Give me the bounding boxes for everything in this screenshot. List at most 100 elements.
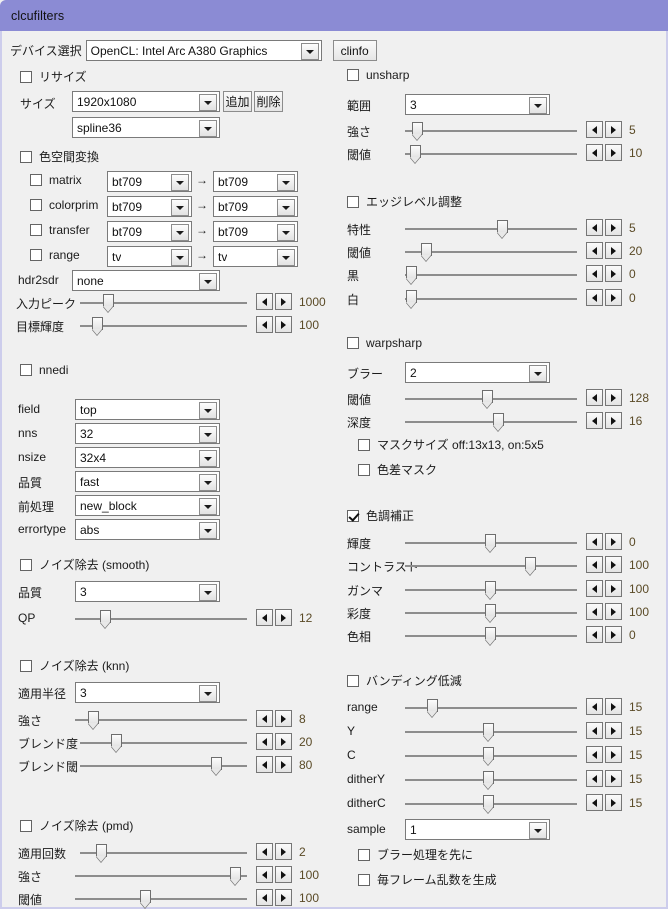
chevron-down-icon[interactable] [171,174,189,191]
colorspace-checkbox[interactable]: 色空間変換 [20,148,99,165]
knn-blend-th-spin[interactable]: 80 [256,756,312,773]
spin-up-button[interactable] [605,389,622,406]
checkbox-icon[interactable] [20,659,32,672]
edgelevel-checkbox[interactable]: エッジレベル調整 [347,193,462,210]
spin-up-button[interactable] [605,698,622,715]
checkbox-icon[interactable] [20,70,32,83]
edgelevel-strength-spin[interactable]: 5 [586,219,636,236]
chevron-down-icon[interactable] [199,402,217,419]
checkbox-icon[interactable] [20,150,32,163]
edgelevel-white-spin[interactable]: 0 [586,289,636,306]
slider-thumb[interactable] [482,390,493,403]
spin-up-button[interactable] [275,293,292,310]
deband-randeachframe-checkbox[interactable]: 毎フレーム乱数を生成 [358,871,497,888]
checkbox-icon[interactable] [347,195,359,208]
spin-up-button[interactable] [275,733,292,750]
spin-up-button[interactable] [275,609,292,626]
matrix-to-combo[interactable]: bt709 [213,171,298,192]
denoise-pmd-checkbox[interactable]: ノイズ除去 (pmd) [20,817,133,834]
slider-thumb[interactable] [96,844,107,857]
slider-thumb[interactable] [111,734,122,747]
deband-dithery-spin[interactable]: 15 [586,770,642,787]
spin-up-button[interactable] [605,580,622,597]
spin-down-button[interactable] [256,710,273,727]
spin-down-button[interactable] [586,265,603,282]
slider-thumb[interactable] [412,122,423,135]
checkbox-icon[interactable] [358,848,370,861]
chevron-down-icon[interactable] [199,584,217,601]
checkbox-icon[interactable] [347,674,359,687]
spin-down-button[interactable] [586,533,603,550]
knn-strength-slider[interactable] [75,710,247,730]
knn-blend-th-slider[interactable] [80,756,247,776]
chevron-down-icon[interactable] [199,450,217,467]
unsharp-strength-slider[interactable] [405,121,577,141]
target-lum-spin[interactable]: 100 [256,316,319,333]
checkbox-icon[interactable] [347,69,359,81]
unsharp-range-combo[interactable]: 3 [405,94,550,115]
spin-down-button[interactable] [256,843,273,860]
pmd-strength-spin[interactable]: 100 [256,866,319,883]
chevron-down-icon[interactable] [171,199,189,216]
nnedi-errortype-combo[interactable]: abs [75,519,220,540]
resize-algo-combo[interactable]: spline36 [72,117,220,138]
pmd-count-spin[interactable]: 2 [256,843,306,860]
checkbox-icon[interactable] [20,819,32,832]
target-lum-slider[interactable] [80,316,247,336]
chevron-down-icon[interactable] [171,249,189,266]
checkbox-icon[interactable] [358,873,370,886]
slider-thumb[interactable] [485,534,496,547]
chevron-down-icon[interactable] [199,94,217,111]
spin-up-button[interactable] [275,756,292,773]
warpsharp-chromamask-checkbox[interactable]: 色差マスク [358,461,437,478]
spin-up-button[interactable] [275,843,292,860]
knn-blend-slider[interactable] [80,733,247,753]
hdr2sdr-combo[interactable]: none [72,270,220,291]
knn-strength-spin[interactable]: 8 [256,710,306,727]
slider-thumb[interactable] [211,757,222,770]
slider-thumb[interactable] [421,243,432,256]
tweak-saturation-slider[interactable] [405,603,577,623]
spin-up-button[interactable] [275,889,292,906]
edgelevel-black-slider[interactable] [405,265,577,285]
slider-thumb[interactable] [485,604,496,617]
spin-down-button[interactable] [586,144,603,161]
edgelevel-black-spin[interactable]: 0 [586,265,636,282]
colorspace-row-matrix-checkbox[interactable]: matrix [30,173,82,187]
checkbox-icon[interactable] [347,509,359,522]
spin-down-button[interactable] [256,756,273,773]
pmd-threshold-spin[interactable]: 100 [256,889,319,906]
checkbox-icon[interactable] [20,364,32,376]
spin-down-button[interactable] [586,556,603,573]
deband-c-slider[interactable] [405,746,577,766]
pmd-count-slider[interactable] [80,843,247,863]
resize-checkbox[interactable]: リサイズ [20,68,87,85]
chevron-down-icon[interactable] [529,97,547,114]
chevron-down-icon[interactable] [171,224,189,241]
spin-up-button[interactable] [605,746,622,763]
spin-up-button[interactable] [605,144,622,161]
unsharp-threshold-spin[interactable]: 10 [586,144,642,161]
deband-blurfirst-checkbox[interactable]: ブラー処理を先に [358,846,473,863]
tweak-contrast-slider[interactable] [405,556,577,576]
slider-thumb[interactable] [88,711,99,724]
slider-thumb[interactable] [406,290,417,303]
spin-up-button[interactable] [605,242,622,259]
deband-y-spin[interactable]: 15 [586,722,642,739]
edgelevel-white-slider[interactable] [405,289,577,309]
slider-thumb[interactable] [406,266,417,279]
smooth-qp-spin[interactable]: 12 [256,609,312,626]
tweak-saturation-spin[interactable]: 100 [586,603,649,620]
spin-up-button[interactable] [275,866,292,883]
chevron-down-icon[interactable] [300,43,319,60]
slider-thumb[interactable] [103,294,114,307]
spin-down-button[interactable] [586,289,603,306]
pmd-threshold-slider[interactable] [75,889,247,909]
deband-range-slider[interactable] [405,698,577,718]
chevron-down-icon[interactable] [199,120,217,137]
chevron-down-icon[interactable] [199,498,217,515]
warpsharp-masksize-checkbox[interactable]: マスクサイズ off:13x13, on:5x5 [358,436,544,453]
spin-up-button[interactable] [605,603,622,620]
warpsharp-blur-combo[interactable]: 2 [405,362,550,383]
chevron-down-icon[interactable] [277,249,295,266]
